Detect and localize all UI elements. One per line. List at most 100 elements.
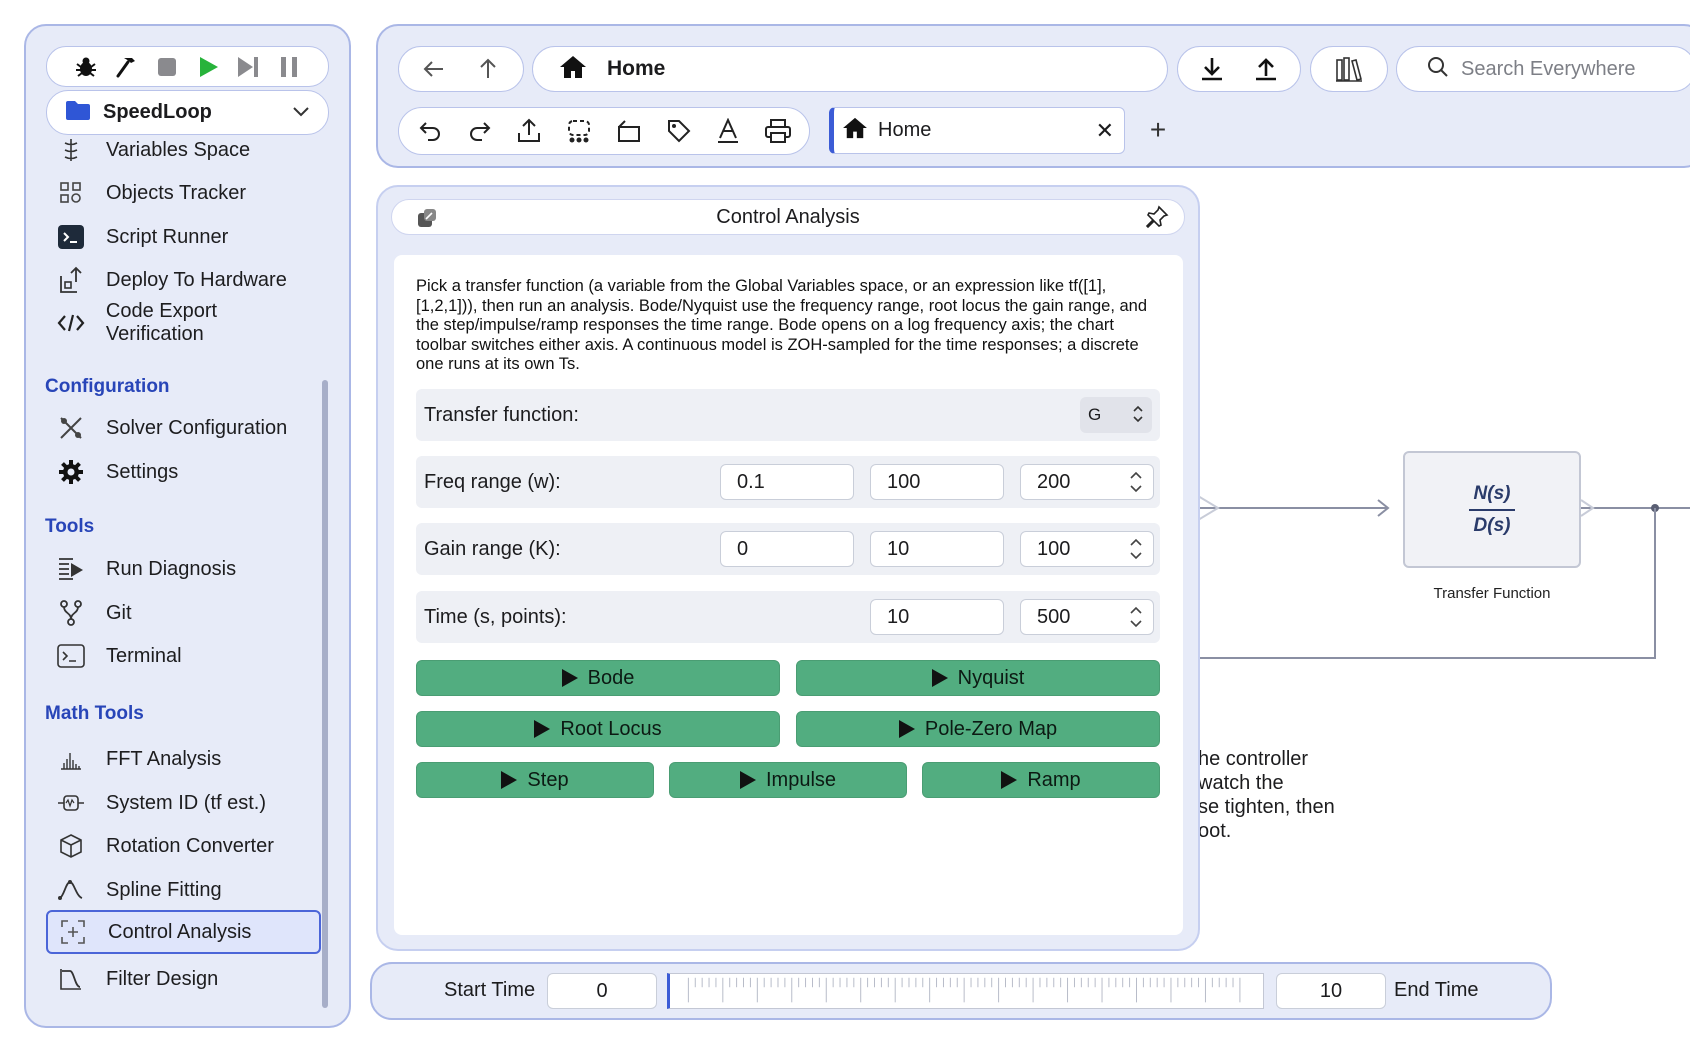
button-label: Ramp: [1027, 768, 1081, 791]
play-icon: [1001, 771, 1018, 789]
button-label: Root Locus: [560, 717, 662, 740]
search-icon: [1427, 56, 1449, 83]
sidebar-item-label: Solver Configuration: [106, 416, 288, 439]
sidebar-item-label: Deploy To Hardware: [106, 268, 287, 291]
download-icon[interactable]: [1193, 50, 1231, 88]
sidebar-item-label: Control Analysis: [108, 920, 252, 943]
debug-bug-icon[interactable]: [71, 52, 101, 82]
gain-max-input[interactable]: 10: [870, 531, 1004, 567]
stepper-icon[interactable]: [1129, 468, 1143, 502]
button-label: Pole-Zero Map: [924, 717, 1058, 740]
time-slider[interactable]: [667, 973, 1264, 1009]
sidebar-scrollbar[interactable]: [322, 380, 328, 1008]
freq-min-input[interactable]: 0.1: [720, 464, 854, 500]
sidebar-item-control-analysis[interactable]: Control Analysis: [46, 910, 321, 954]
gain-points-stepper[interactable]: 100: [1020, 531, 1154, 567]
sidebar-item-label: Run Diagnosis: [106, 557, 237, 580]
sidebar-item-fft-analysis[interactable]: FFT Analysis: [46, 737, 320, 781]
group-blocks-icon[interactable]: [560, 112, 598, 150]
sidebar-item-script-runner[interactable]: Script Runner: [46, 215, 320, 259]
sidebar-item-terminal[interactable]: Terminal: [46, 634, 320, 678]
redo-icon[interactable]: [461, 112, 499, 150]
sidebar-item-label: Variables Space: [106, 138, 251, 161]
tf-select[interactable]: G: [1080, 397, 1152, 433]
bode-button[interactable]: Bode: [416, 660, 780, 696]
button-label: Impulse: [765, 768, 837, 791]
sidebar-item-system-id[interactable]: System ID (tf est.): [46, 781, 320, 825]
tab-home[interactable]: Home ✕: [829, 107, 1125, 154]
terminal-icon: [54, 639, 88, 673]
import-icon[interactable]: [510, 112, 548, 150]
impulse-button[interactable]: Impulse: [669, 762, 907, 798]
sidebar-item-code-export-verification[interactable]: Code Export Verification: [46, 300, 320, 345]
home-icon: [559, 55, 587, 84]
sidebar-item-solver-configuration[interactable]: Solver Configuration: [46, 406, 320, 450]
address-label: Home: [607, 57, 666, 80]
end-time-input[interactable]: 10: [1276, 973, 1386, 1009]
sidebar-item-label: FFT Analysis: [106, 747, 222, 770]
transfer-function-block[interactable]: N(s) D(s): [1403, 451, 1581, 568]
panel-title: Control Analysis: [716, 205, 860, 228]
close-tab-icon[interactable]: ✕: [1096, 118, 1114, 144]
stepper-icon[interactable]: [1129, 535, 1143, 569]
freq-max-input[interactable]: 100: [870, 464, 1004, 500]
detach-window-icon[interactable]: [416, 207, 438, 235]
freq-points-stepper[interactable]: 200: [1020, 464, 1154, 500]
upload-icon[interactable]: [1247, 50, 1285, 88]
tag-icon[interactable]: [660, 112, 698, 150]
button-label: Nyquist: [957, 666, 1025, 689]
sidebar-item-variables-space[interactable]: Variables Space: [46, 128, 320, 172]
search-bar[interactable]: Search Everywhere: [1396, 46, 1690, 92]
section-tools: Tools: [45, 516, 95, 537]
stepper-icon[interactable]: [1129, 603, 1143, 637]
sidebar-item-rotation-converter[interactable]: Rotation Converter: [46, 824, 320, 868]
start-time-input[interactable]: 0: [547, 973, 657, 1009]
sidebar-item-label: Objects Tracker: [106, 181, 247, 204]
nyquist-button[interactable]: Nyquist: [796, 660, 1160, 696]
canvas-note-line: se tighten, then: [1198, 796, 1335, 818]
time-end-input[interactable]: 10: [870, 599, 1004, 635]
pause-icon[interactable]: [274, 52, 304, 82]
address-bar[interactable]: Home: [532, 46, 1168, 92]
folder-icon: [65, 99, 91, 127]
pole-zero-map-button[interactable]: Pole-Zero Map: [796, 711, 1160, 747]
print-icon[interactable]: [759, 112, 797, 150]
sidebar-item-label: Terminal: [106, 644, 182, 667]
step-button[interactable]: Step: [416, 762, 654, 798]
navigation-group: [398, 46, 524, 92]
step-forward-icon[interactable]: [233, 52, 263, 82]
cube-icon: [54, 829, 88, 863]
add-tab-button[interactable]: +: [1140, 112, 1176, 148]
sidebar-item-deploy-to-hardware[interactable]: Deploy To Hardware: [46, 258, 320, 302]
sidebar-item-spline-fitting[interactable]: Spline Fitting: [46, 868, 320, 912]
root-locus-button[interactable]: Root Locus: [416, 711, 780, 747]
build-hammer-icon[interactable]: [112, 52, 142, 82]
block-caption: Transfer Function: [1433, 585, 1551, 602]
section-configuration: Configuration: [45, 376, 170, 397]
fraction-bar: [1469, 508, 1515, 511]
gain-min-input[interactable]: 0: [720, 531, 854, 567]
stop-icon[interactable]: [152, 52, 182, 82]
stepper-icon: [1132, 403, 1144, 430]
library-button[interactable]: [1310, 46, 1388, 92]
sidebar-item-objects-tracker[interactable]: Objects Tracker: [46, 171, 320, 215]
gear-icon: [54, 455, 88, 489]
freq-label: Freq range (w):: [424, 471, 561, 493]
pin-icon[interactable]: [1144, 204, 1170, 236]
block-numerator: N(s): [1473, 482, 1511, 504]
sidebar-item-git[interactable]: Git: [46, 591, 320, 635]
back-arrow-icon[interactable]: [415, 50, 453, 88]
time-points-stepper[interactable]: 500: [1020, 599, 1154, 635]
up-arrow-icon[interactable]: [469, 50, 507, 88]
run-diagnosis-icon: [54, 552, 88, 586]
rotate-icon[interactable]: [610, 112, 648, 150]
sidebar-item-settings[interactable]: Settings: [46, 450, 320, 494]
sidebar-item-filter-design[interactable]: Filter Design: [46, 957, 320, 1001]
ramp-button[interactable]: Ramp: [922, 762, 1160, 798]
undo-icon[interactable]: [411, 112, 449, 150]
sidebar-item-run-diagnosis[interactable]: Run Diagnosis: [46, 547, 320, 591]
script-runner-icon: [54, 220, 88, 254]
text-annotation-icon[interactable]: [709, 112, 747, 150]
run-play-icon[interactable]: [193, 52, 223, 82]
sidebar-item-label: Filter Design: [106, 967, 219, 990]
